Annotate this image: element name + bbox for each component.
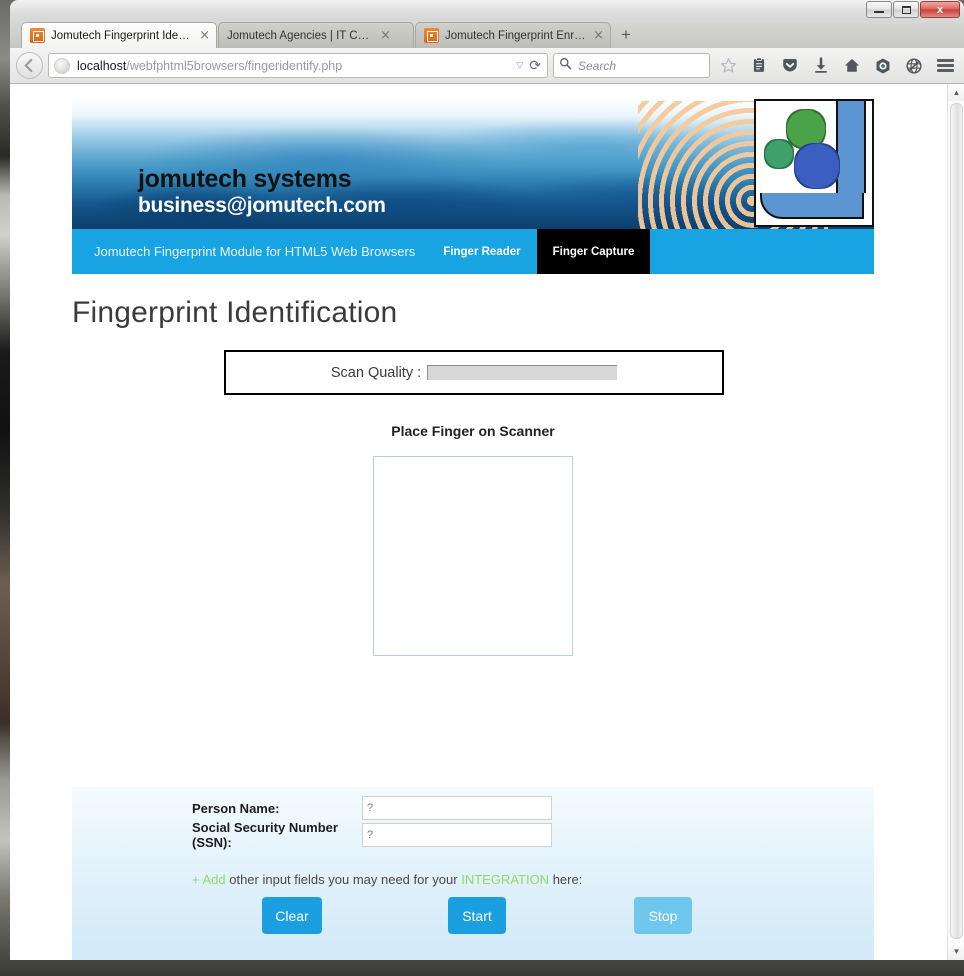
form-row-ssn: Social Security Number (SSN):	[72, 820, 874, 850]
downloads-icon[interactable]	[808, 53, 834, 79]
tab-close-icon[interactable]: ×	[380, 29, 391, 42]
tab-fingerprint-enrolment[interactable]: Jomutech Fingerprint Enrol... ×	[415, 22, 611, 48]
browser-toolbar: localhost/webfphtml5browsers/fingerident…	[10, 48, 964, 84]
window-controls: x	[866, 1, 960, 18]
person-name-input[interactable]	[362, 796, 552, 820]
tab-close-icon[interactable]: ×	[199, 29, 210, 42]
url-text: localhost/webfphtml5browsers/fingerident…	[77, 59, 514, 73]
search-placeholder: Search	[578, 58, 617, 73]
hamburger-bar	[936, 69, 954, 72]
tab-favicon-icon	[424, 28, 439, 43]
minimize-button[interactable]	[866, 1, 892, 18]
page-title: Fingerprint Identification	[72, 296, 398, 329]
site-container: jomutech systems business@jomutech.com J…	[72, 97, 874, 960]
search-icon	[559, 57, 572, 75]
scroll-up-arrow-icon[interactable]: ▲	[948, 84, 964, 101]
person-name-label: Person Name:	[192, 800, 280, 816]
site-identity-globe-icon	[54, 57, 70, 74]
add-note-mid: other input fields you may need for your	[225, 872, 462, 887]
form-row-person-name: Person Name:	[72, 795, 874, 821]
reload-icon[interactable]: ⟳	[529, 57, 543, 74]
scan-quality-box: Scan Quality :	[224, 350, 724, 395]
window-titlebar: x	[10, 0, 964, 20]
globe-sync-icon[interactable]	[901, 53, 927, 79]
chevron-down-icon[interactable]: ▽	[514, 60, 529, 71]
tab-strip: Jomutech Fingerprint Ident... × Jomutech…	[10, 20, 964, 48]
identification-form: Person Name: Social Security Number (SSN…	[72, 795, 874, 935]
tab-favicon-icon	[30, 28, 45, 43]
tab-jomutech-agencies[interactable]: Jomutech Agencies | IT Consul... ×	[218, 22, 414, 48]
new-tab-button[interactable]: +	[612, 22, 640, 48]
jomutech-logo	[754, 99, 874, 227]
gear-icon	[764, 139, 794, 169]
hamburger-bar	[936, 59, 954, 62]
ssn-input[interactable]	[362, 823, 552, 847]
logo-j-stem	[836, 101, 866, 193]
pocket-icon[interactable]	[777, 53, 803, 79]
firefox-window: x Jomutech Fingerprint Ident... × Jomute…	[10, 0, 964, 960]
company-email: business@jomutech.com	[138, 194, 386, 217]
clear-button[interactable]: Clear	[262, 897, 322, 934]
maximize-button[interactable]	[893, 1, 919, 18]
tab-title: Jomutech Agencies | IT Consul...	[227, 29, 373, 42]
reader-list-icon[interactable]	[746, 53, 772, 79]
tab-title: Jomutech Fingerprint Ident...	[51, 29, 193, 42]
nav-item-finger-reader[interactable]: Finger Reader	[427, 229, 536, 274]
close-window-button[interactable]: x	[920, 1, 960, 18]
address-bar[interactable]: localhost/webfphtml5browsers/fingerident…	[48, 53, 548, 78]
add-link[interactable]: + Add	[192, 872, 226, 887]
site-nav: Jomutech Fingerprint Module for HTML5 We…	[72, 229, 874, 274]
tab-close-icon[interactable]: ×	[593, 29, 604, 42]
scan-quality-meter	[427, 365, 618, 380]
add-note-tail: here:	[549, 872, 583, 887]
stop-button[interactable]: Stop	[634, 897, 692, 934]
integration-link[interactable]: INTEGRATION	[461, 872, 549, 887]
place-finger-instruction: Place Finger on Scanner	[391, 423, 555, 439]
url-path: /webfphtml5browsers/fingeridentify.php	[126, 58, 343, 73]
ssn-label: Social Security Number (SSN):	[192, 820, 338, 850]
company-name: jomutech systems	[138, 165, 352, 193]
nav-item-finger-capture[interactable]: Finger Capture	[536, 229, 651, 274]
logo-j-hook	[760, 193, 864, 219]
web-page: jomutech systems business@jomutech.com J…	[10, 84, 947, 960]
scan-quality-label: Scan Quality :	[330, 364, 422, 381]
form-buttons: Clear Start Stop	[72, 897, 874, 935]
hamburger-menu-icon[interactable]	[932, 53, 958, 79]
bookmark-star-icon[interactable]	[715, 53, 741, 79]
scrollbar-thumb[interactable]	[950, 103, 963, 939]
scroll-down-arrow-icon[interactable]: ▼	[948, 943, 964, 960]
add-fields-note: + Add other input fields you may need fo…	[192, 872, 874, 887]
site-banner: jomutech systems business@jomutech.com	[72, 97, 874, 229]
home-icon[interactable]	[839, 53, 865, 79]
nav-brand: Jomutech Fingerprint Module for HTML5 We…	[94, 244, 416, 259]
content-viewport: jomutech systems business@jomutech.com J…	[10, 84, 964, 960]
vertical-scrollbar[interactable]: ▲ ▼	[947, 84, 964, 960]
gear-icon	[794, 143, 840, 189]
shield-eye-icon[interactable]	[870, 53, 896, 79]
fingerprint-preview-area	[373, 456, 573, 656]
start-button[interactable]: Start	[448, 897, 506, 934]
tab-title: Jomutech Fingerprint Enrol...	[445, 29, 587, 42]
tab-fingerprint-identification[interactable]: Jomutech Fingerprint Ident... ×	[21, 22, 217, 48]
hamburger-bar	[936, 64, 954, 67]
url-host: localhost	[77, 58, 127, 73]
back-button-icon[interactable]	[16, 52, 43, 79]
search-input[interactable]: Search	[553, 53, 710, 78]
